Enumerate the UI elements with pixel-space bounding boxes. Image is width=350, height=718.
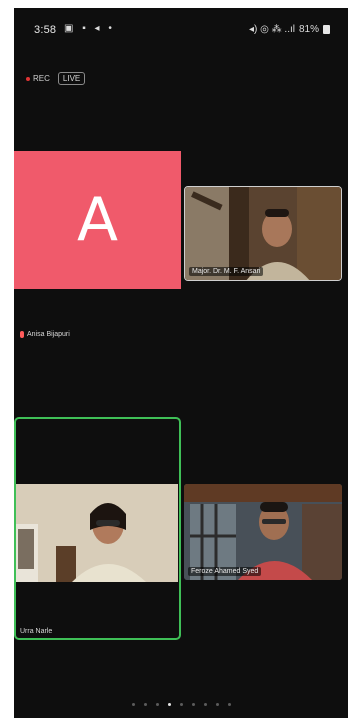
participant-name-ansari: Major. Dr. M. F. Ansari	[189, 267, 264, 276]
notification-icons: ▣ ▪ ◂ •	[64, 23, 115, 34]
page-dot[interactable]	[191, 703, 195, 706]
video-feed-urra	[16, 484, 178, 582]
participant-tile-feroze[interactable]: Feroze Ahamed Syed	[184, 484, 342, 580]
page-dot[interactable]	[203, 703, 207, 706]
page-dot[interactable]	[179, 703, 183, 706]
mic-muted-icon	[20, 331, 24, 338]
participant-name-feroze: Feroze Ahamed Syed	[188, 567, 262, 576]
page-dot[interactable]	[155, 703, 159, 706]
battery-level: 81%	[298, 24, 319, 35]
meeting-screen: 3:58 ▣ ▪ ◂ • ◂) ◎ ⁂ ..ıl 81% REC LIVE A …	[14, 8, 348, 718]
page-dot[interactable]	[215, 703, 219, 706]
page-dot[interactable]	[167, 703, 171, 706]
rec-dot-icon	[26, 77, 30, 81]
rec-label-wrap: REC	[26, 74, 50, 83]
participant-name-anisa: Anisa Bijapuri	[20, 331, 70, 338]
battery-icon	[323, 25, 330, 34]
page-dot[interactable]	[143, 703, 147, 706]
status-bar: 3:58 ▣ ▪ ◂ • ◂) ◎ ⁂ ..ıl 81%	[14, 8, 348, 50]
page-indicator[interactable]	[14, 703, 348, 706]
rec-label: REC	[33, 74, 50, 83]
page-dot[interactable]	[131, 703, 135, 706]
participant-tile-ansari[interactable]: Major. Dr. M. F. Ansari	[184, 186, 342, 281]
participant-name-urra: Urra Narle	[20, 628, 53, 635]
signal-icons: ◂) ◎ ⁂ ..ıl	[249, 24, 295, 35]
participant-name-text: Anisa Bijapuri	[27, 331, 70, 338]
page-dot[interactable]	[227, 703, 231, 706]
recording-indicator: REC LIVE	[26, 72, 86, 85]
system-status: ◂) ◎ ⁂ ..ıl 81%	[249, 24, 330, 35]
participant-tile-urra[interactable]	[16, 484, 178, 582]
participant-tile-anisa[interactable]: A	[14, 151, 181, 289]
avatar-letter: A	[76, 185, 119, 255]
status-time: 3:58	[34, 24, 57, 36]
video-feed-feroze	[184, 484, 342, 580]
live-badge[interactable]: LIVE	[57, 72, 86, 85]
